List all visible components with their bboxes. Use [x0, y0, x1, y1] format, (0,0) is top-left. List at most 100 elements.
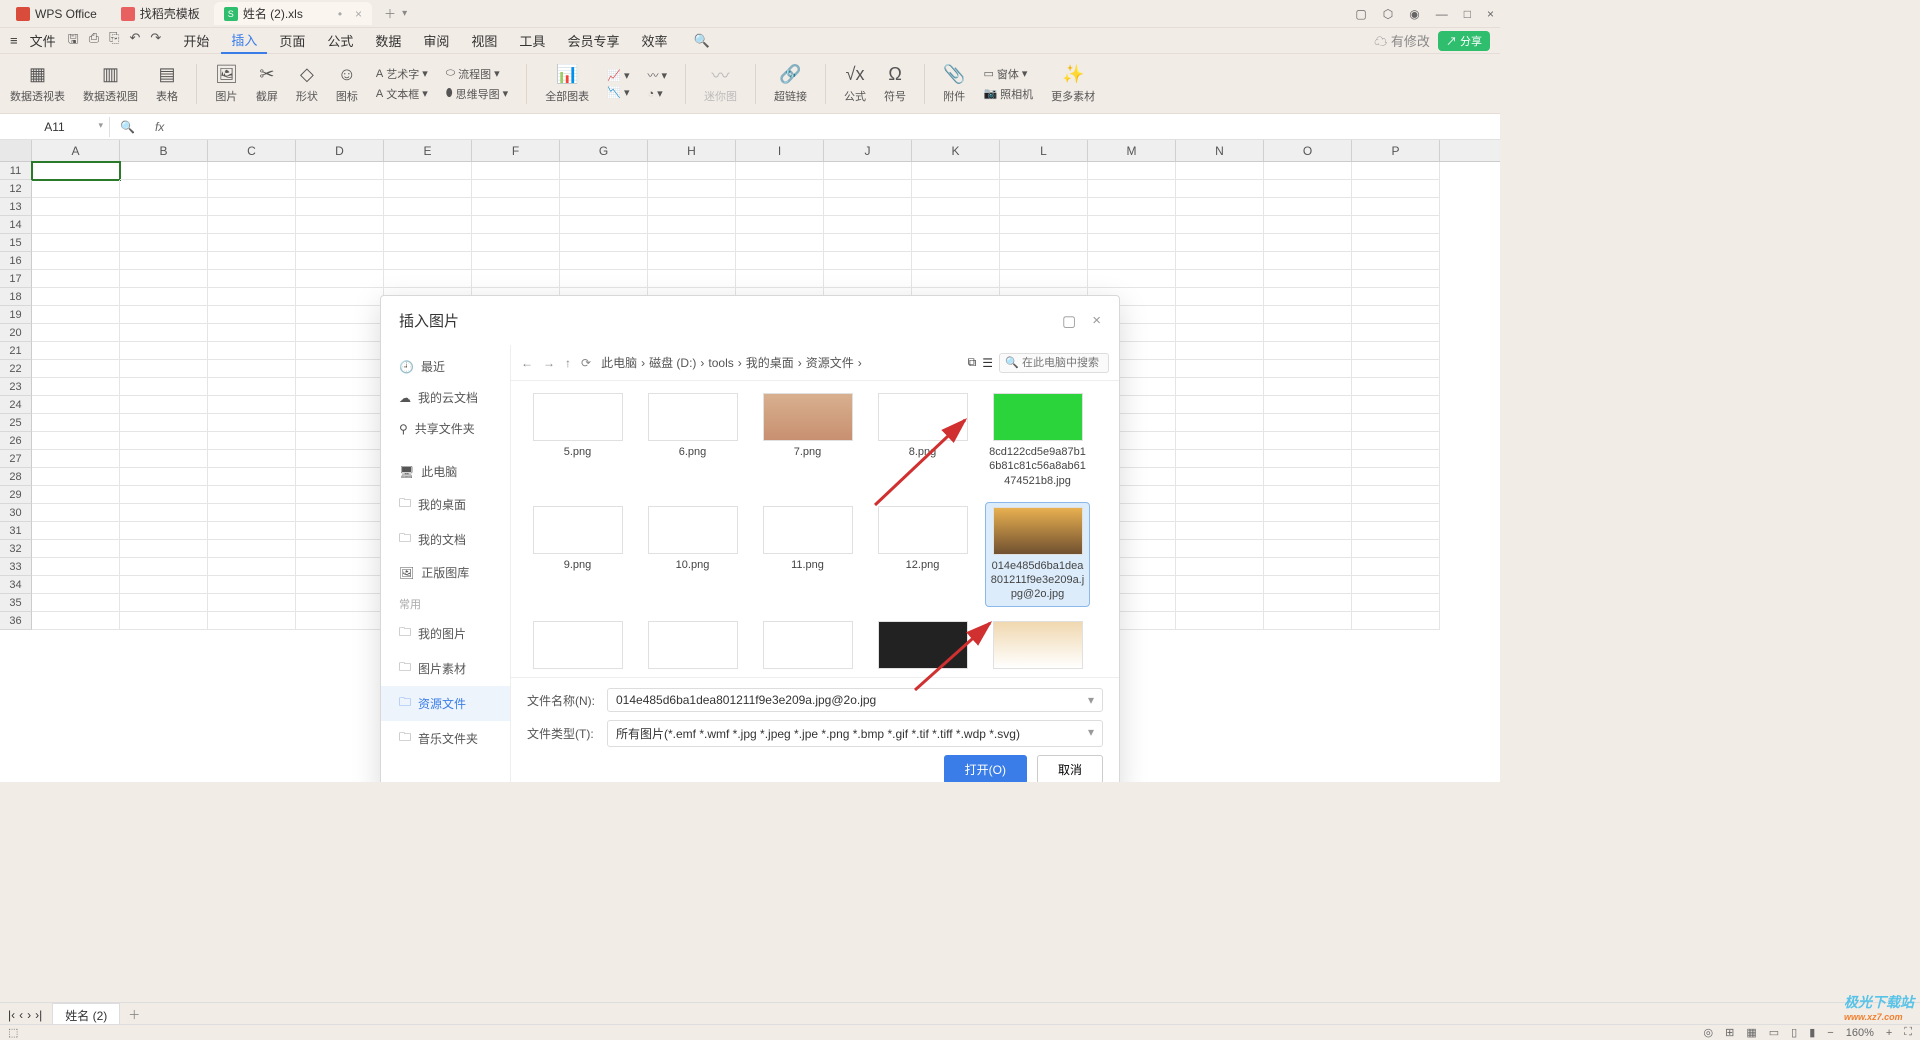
side-resources[interactable]: 🗀 资源文件 [381, 686, 510, 721]
file-list[interactable]: 5.png 6.png 7.png 8.png 8cd122cd5e9a87b1… [511, 381, 1119, 677]
more-assets-button[interactable]: ✨更多素材 [1051, 64, 1095, 104]
filetype-field[interactable]: 所有图片(*.emf *.wmf *.jpg *.jpeg *.jpe *.pn… [607, 720, 1103, 747]
add-tab-icon[interactable]: ＋ [384, 5, 396, 22]
nav-refresh-icon[interactable]: ⟳ [581, 356, 591, 370]
file-item[interactable]: 12.png [870, 502, 975, 607]
file-item[interactable] [985, 617, 1090, 677]
file-item[interactable]: 8.png [870, 389, 975, 492]
file-item[interactable] [755, 617, 860, 677]
picture-button[interactable]: 🖼图片 [215, 64, 238, 104]
menu-insert[interactable]: 插入 [221, 27, 267, 54]
undo-icon[interactable]: ↶ [130, 30, 141, 52]
menu-data[interactable]: 数据 [365, 28, 411, 53]
save-icon[interactable]: 🖫 [68, 30, 79, 52]
close-window-icon[interactable]: × [1487, 7, 1494, 21]
side-music[interactable]: 🗀 音乐文件夹 [381, 721, 510, 756]
file-item[interactable]: 8cd122cd5e9a87b16b81c81c56a8ab61474521b8… [985, 389, 1090, 492]
tab-template[interactable]: 找稻壳模板 [111, 2, 210, 25]
icons-button[interactable]: ☺图标 [336, 64, 358, 104]
tab-wps[interactable]: WPS Office [6, 4, 107, 24]
zoom-value[interactable]: 160% [1846, 1027, 1874, 1039]
preview-icon[interactable]: ⎘ [109, 30, 119, 52]
flowchart-button[interactable]: ⬭ 流程图 ▾ [446, 66, 508, 82]
fullscreen-icon[interactable]: ⛶ [1904, 1026, 1912, 1039]
equation-button[interactable]: √x公式 [844, 64, 866, 104]
cancel-formula-icon[interactable]: 🔍 [110, 120, 145, 134]
tab-menu-icon[interactable]: ▾ [402, 8, 407, 19]
open-button[interactable]: 打开(O) [944, 755, 1027, 782]
menu-formula[interactable]: 公式 [317, 28, 363, 53]
attachment-button[interactable]: 📎附件 [943, 64, 965, 104]
search-icon[interactable]: 🔍 [693, 33, 709, 49]
zoom-out-icon[interactable]: − [1827, 1027, 1833, 1039]
side-material[interactable]: 🗀 图片素材 [381, 651, 510, 686]
name-box[interactable]: A11 [0, 117, 110, 137]
tab-document[interactable]: S姓名 (2).xls•× [214, 2, 372, 25]
shapes-button[interactable]: ◇形状 [296, 64, 318, 104]
zoom-in-icon[interactable]: + [1886, 1027, 1892, 1039]
menu-start[interactable]: 开始 [173, 28, 219, 53]
dialog-maximize-icon[interactable]: ▢ [1062, 312, 1076, 330]
window-icon[interactable]: ▢ [1355, 7, 1366, 21]
side-gallery[interactable]: 🖼 正版图库 [381, 557, 510, 588]
menu-efficiency[interactable]: 效率 [631, 28, 677, 53]
menu-tools[interactable]: 工具 [509, 28, 555, 53]
sheet-last-icon[interactable]: ›| [35, 1008, 42, 1022]
new-window-icon[interactable]: ⧉ [968, 355, 977, 370]
sparkline-button[interactable]: 〰迷你图 [704, 64, 737, 104]
hamburger-icon[interactable]: ≡ [10, 33, 18, 48]
side-share[interactable]: ⚲ 共享文件夹 [381, 413, 510, 444]
pivot-chart-button[interactable]: ▥数据透视图 [83, 64, 138, 104]
view-icon-1[interactable]: ◎ [1704, 1026, 1714, 1039]
screenshot-button[interactable]: ✂截屏 [256, 64, 278, 104]
side-recent[interactable]: 🕘 最近 [381, 351, 510, 382]
nav-fwd-icon[interactable]: → [543, 356, 555, 370]
wordart-button[interactable]: A 艺术字 ▾ [376, 66, 428, 82]
maximize-icon[interactable]: □ [1464, 7, 1471, 21]
menu-view[interactable]: 视图 [461, 28, 507, 53]
filename-field[interactable]: 014e485d6ba1dea801211f9e3e209a.jpg@2o.jp… [607, 688, 1103, 712]
cube-icon[interactable]: ⬡ [1383, 7, 1393, 21]
camera-button[interactable]: 📷 照相机 [983, 86, 1033, 102]
dialog-close-icon[interactable]: × [1092, 312, 1101, 330]
view-icon[interactable]: ☰ [982, 356, 993, 370]
form-button[interactable]: ▭ 窗体 ▾ [983, 66, 1033, 82]
share-button[interactable]: ↗ 分享 [1438, 31, 1490, 51]
file-item[interactable]: 7.png [755, 389, 860, 492]
pivot-table-button[interactable]: ▦数据透视表 [10, 64, 65, 104]
textbox-button[interactable]: A 文本框 ▾ [376, 86, 428, 102]
side-cloud[interactable]: ☁ 我的云文档 [381, 382, 510, 413]
add-sheet-icon[interactable]: ＋ [128, 1006, 140, 1023]
print-icon[interactable]: ⎙ [89, 30, 99, 52]
chart-type-3[interactable]: 〰 ▾ [647, 67, 667, 83]
file-item[interactable]: 014e485d6ba1dea801211f9e3e209a.jpg@2o.jp… [985, 502, 1090, 607]
view-icon-3[interactable]: ▦ [1746, 1026, 1756, 1039]
sheet-first-icon[interactable]: |‹ [8, 1008, 15, 1022]
table-button[interactable]: ▤表格 [156, 64, 178, 104]
sheet-prev-icon[interactable]: ‹ [19, 1008, 23, 1022]
redo-icon[interactable]: ↷ [150, 30, 161, 52]
spreadsheet-grid[interactable]: ABCDEFGHIJKLMNOP 11121314151617181920212… [0, 140, 1500, 782]
mindmap-button[interactable]: ⬮ 思维导图 ▾ [446, 86, 508, 102]
formula-input[interactable] [174, 119, 1500, 134]
hyperlink-button[interactable]: 🔗超链接 [774, 64, 807, 104]
sheet-next-icon[interactable]: › [27, 1008, 31, 1022]
view-icon-2[interactable]: ⊞ [1725, 1026, 1734, 1039]
side-pc[interactable]: 🖥 此电脑 [381, 456, 510, 487]
menu-review[interactable]: 审阅 [413, 28, 459, 53]
side-desktop[interactable]: 🗀 我的桌面 [381, 487, 510, 522]
nav-up-icon[interactable]: ↑ [565, 356, 571, 370]
file-item[interactable]: 10.png [640, 502, 745, 607]
chart-type-4[interactable]: ◔ ▾ [647, 87, 667, 100]
cancel-button[interactable]: 取消 [1037, 755, 1103, 782]
fx-icon[interactable]: fx [145, 120, 174, 134]
close-icon[interactable]: × [355, 7, 362, 21]
nav-back-icon[interactable]: ← [521, 356, 533, 370]
file-item[interactable]: 6.png [640, 389, 745, 492]
symbol-button[interactable]: Ω符号 [884, 64, 906, 104]
menu-member[interactable]: 会员专享 [557, 28, 629, 53]
all-charts-button[interactable]: 📊全部图表 [545, 64, 589, 104]
sync-status[interactable]: ☁ 有修改 [1374, 31, 1430, 50]
chart-type-1[interactable]: 📈 ▾ [607, 69, 629, 82]
chart-type-2[interactable]: 📉 ▾ [607, 86, 629, 99]
